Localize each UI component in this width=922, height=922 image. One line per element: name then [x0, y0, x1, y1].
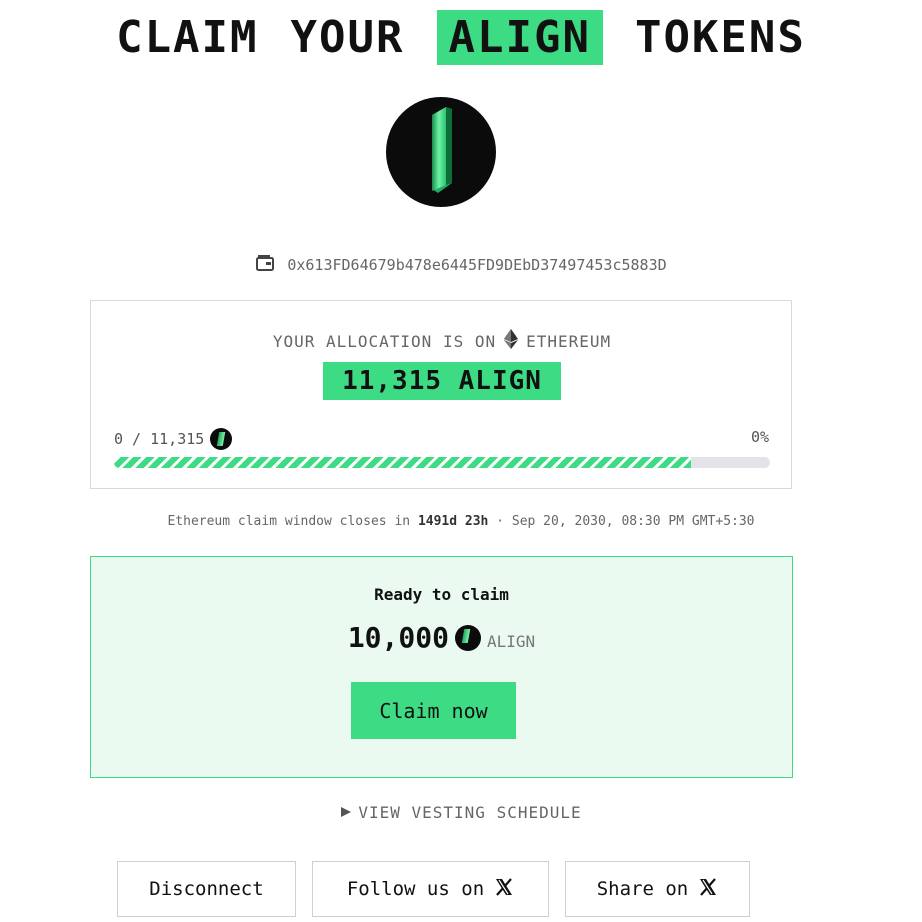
align-coin-icon	[210, 428, 233, 450]
progress-bar	[114, 457, 770, 468]
disconnect-label: Disconnect	[149, 878, 264, 900]
allocation-network: ETHEREUM	[526, 331, 612, 351]
allocation-card: YOUR ALLOCATION IS ON ETHEREUM 11,315 AL…	[90, 300, 792, 489]
allocation-label-prefix: YOUR ALLOCATION IS ON	[272, 331, 497, 351]
title-word-2: YOUR	[290, 11, 405, 63]
view-vesting-schedule-toggle[interactable]: VIEW VESTING SCHEDULE	[0, 803, 922, 822]
claim-window-date: Sep 20, 2030, 08:30 PM GMT+5:30	[511, 514, 755, 529]
disconnect-button[interactable]: Disconnect	[117, 861, 296, 917]
claim-window-remaining: 1491d 23h	[417, 514, 489, 529]
title-word-4: TOKENS	[634, 11, 806, 63]
ethereum-icon	[504, 329, 519, 353]
claim-window-separator: ·	[496, 514, 505, 529]
ready-unit: ALIGN	[486, 632, 536, 651]
vesting-label: VIEW VESTING SCHEDULE	[358, 803, 582, 822]
progress-count: 0 / 11,315	[114, 430, 205, 448]
progress-percent: 0%	[750, 428, 769, 446]
progress-bar-fill	[114, 457, 692, 468]
follow-label: Follow us on	[346, 878, 485, 900]
x-logo-icon	[698, 877, 718, 902]
align-logo-icon	[386, 97, 496, 207]
ready-amount-row: 10,000 ALIGN	[91, 621, 792, 654]
wallet-address: 0x613FD64679b478e6445FD9DEbD37497453c588…	[287, 256, 667, 274]
align-coin-icon	[454, 624, 481, 651]
title-word-1: CLAIM	[116, 11, 259, 63]
x-logo-icon	[494, 877, 514, 902]
title-highlight: ALIGN	[436, 9, 603, 65]
wallet-icon	[255, 254, 275, 276]
claim-window-text: Ethereum claim window closes in 1491d 23…	[0, 514, 922, 529]
wallet-address-row: 0x613FD64679b478e6445FD9DEbD37497453c588…	[0, 254, 922, 276]
share-on-x-button[interactable]: Share on	[565, 861, 750, 917]
allocation-label: YOUR ALLOCATION IS ON ETHEREUM	[91, 329, 793, 353]
triangle-right-icon	[340, 803, 352, 822]
progress-text: 0 / 11,315	[114, 428, 233, 450]
follow-on-x-button[interactable]: Follow us on	[312, 861, 549, 917]
share-label: Share on	[596, 878, 689, 900]
ready-to-claim-card: Ready to claim 10,000 ALIGN Claim now	[90, 556, 793, 778]
allocation-amount: 11,315 ALIGN	[323, 362, 561, 400]
claim-window-prefix: Ethereum claim window closes in	[167, 514, 411, 529]
claim-now-button[interactable]: Claim now	[351, 682, 516, 739]
ready-label: Ready to claim	[374, 585, 509, 604]
page-title: CLAIM YOUR ALIGN TOKENS	[0, 8, 922, 66]
ready-amount: 10,000	[347, 621, 449, 654]
